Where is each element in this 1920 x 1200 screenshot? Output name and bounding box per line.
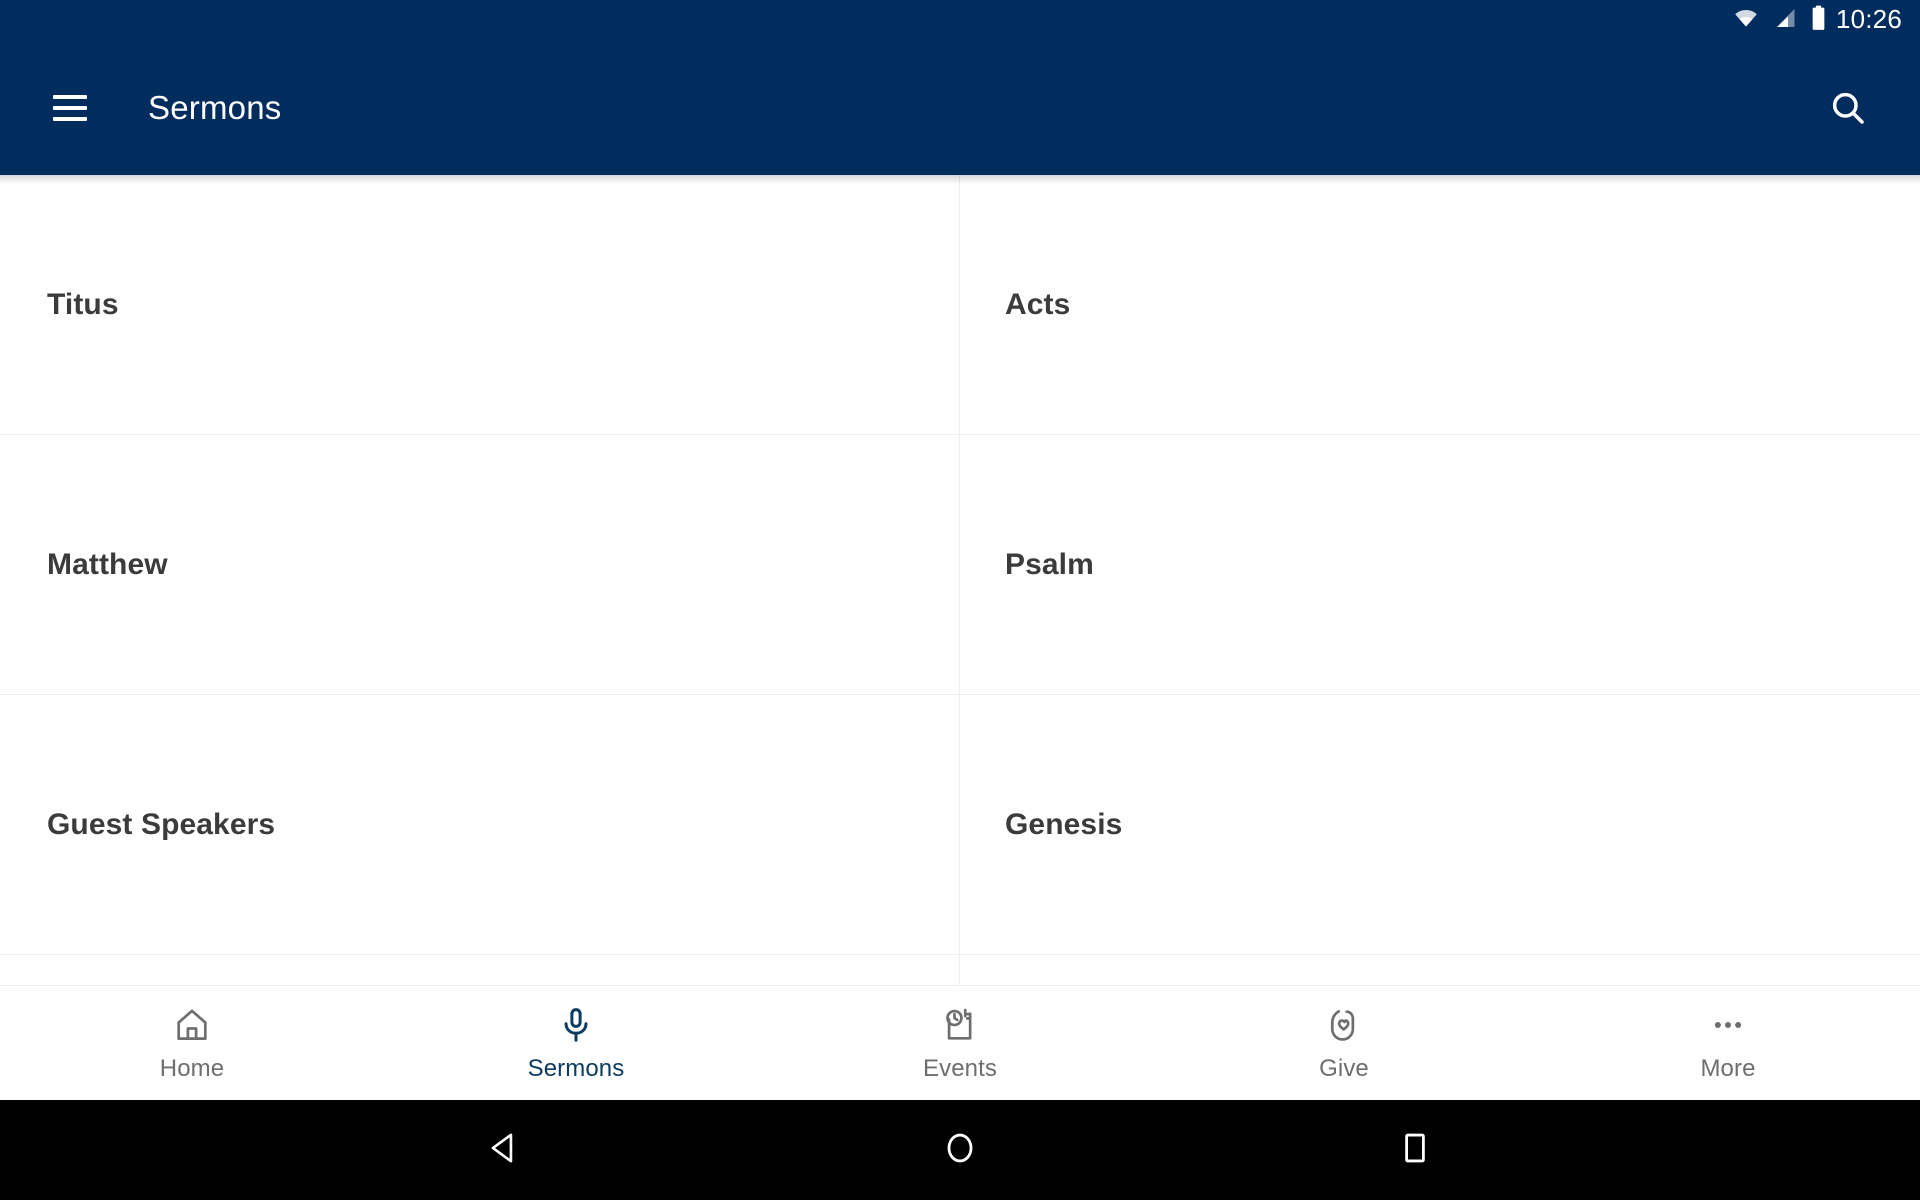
category-label: Acts (1005, 287, 1071, 321)
menu-line-bottom (53, 116, 87, 121)
microphone-icon (557, 1004, 595, 1046)
category-label: Matthew (47, 547, 168, 581)
category-cell-partial-left[interactable] (0, 955, 960, 985)
category-cell-psalm[interactable]: Psalm (960, 435, 1920, 695)
category-cell-matthew[interactable]: Matthew (0, 435, 960, 695)
menu-line-middle (53, 105, 87, 110)
category-label: Titus (47, 287, 119, 321)
category-cell-partial-right[interactable] (960, 955, 1920, 985)
menu-line-top (53, 94, 87, 99)
status-bar-icons (1731, 5, 1827, 36)
nav-item-home[interactable]: Home (0, 986, 384, 1100)
app-bar: Sermons (0, 40, 1920, 175)
recents-button[interactable] (1370, 1115, 1460, 1185)
bottom-navigation-bar: Home Sermons Events Give More (0, 985, 1920, 1100)
nav-label: More (1700, 1054, 1756, 1082)
nav-item-sermons[interactable]: Sermons (384, 986, 768, 1100)
hamburger-menu-icon[interactable] (53, 94, 87, 121)
more-horizontal-icon (1709, 1004, 1747, 1046)
category-cell-genesis[interactable]: Genesis (960, 695, 1920, 955)
nav-item-give[interactable]: Give (1152, 986, 1536, 1100)
android-system-navigation-bar (0, 1100, 1920, 1200)
category-cell-guest-speakers[interactable]: Guest Speakers (0, 695, 960, 955)
square-icon (1394, 1127, 1436, 1174)
page-title: Sermons (148, 88, 282, 126)
status-bar: 10:26 (0, 0, 1920, 40)
circle-icon (939, 1127, 981, 1174)
sermon-categories-list[interactable]: Titus Acts Matthew Psalm Guest Speakers … (0, 175, 1920, 985)
category-cell-titus[interactable]: Titus (0, 175, 960, 435)
category-label: Guest Speakers (47, 807, 276, 841)
home-button[interactable] (915, 1115, 1005, 1185)
nav-label: Give (1319, 1054, 1369, 1082)
calendar-clock-icon (941, 1004, 979, 1046)
category-label: Genesis (1005, 807, 1123, 841)
category-cell-acts[interactable]: Acts (960, 175, 1920, 435)
home-icon (173, 1004, 211, 1046)
wifi-icon (1731, 6, 1761, 35)
nav-label: Home (159, 1054, 225, 1082)
triangle-left-icon (484, 1127, 526, 1174)
nav-label: Sermons (527, 1054, 625, 1082)
nav-label: Events (923, 1054, 997, 1082)
system-nav-buttons (460, 1115, 1460, 1185)
back-button[interactable] (460, 1115, 550, 1185)
hand-heart-icon (1325, 1004, 1363, 1046)
nav-item-more[interactable]: More (1536, 986, 1920, 1100)
category-label: Psalm (1005, 547, 1094, 581)
status-bar-clock: 10:26 (1835, 4, 1902, 34)
category-grid: Titus Acts Matthew Psalm Guest Speakers … (0, 175, 1920, 985)
nav-item-events[interactable]: Events (768, 986, 1152, 1100)
cellular-signal-icon (1772, 6, 1799, 35)
search-icon[interactable] (1824, 84, 1872, 132)
battery-icon (1810, 5, 1827, 36)
